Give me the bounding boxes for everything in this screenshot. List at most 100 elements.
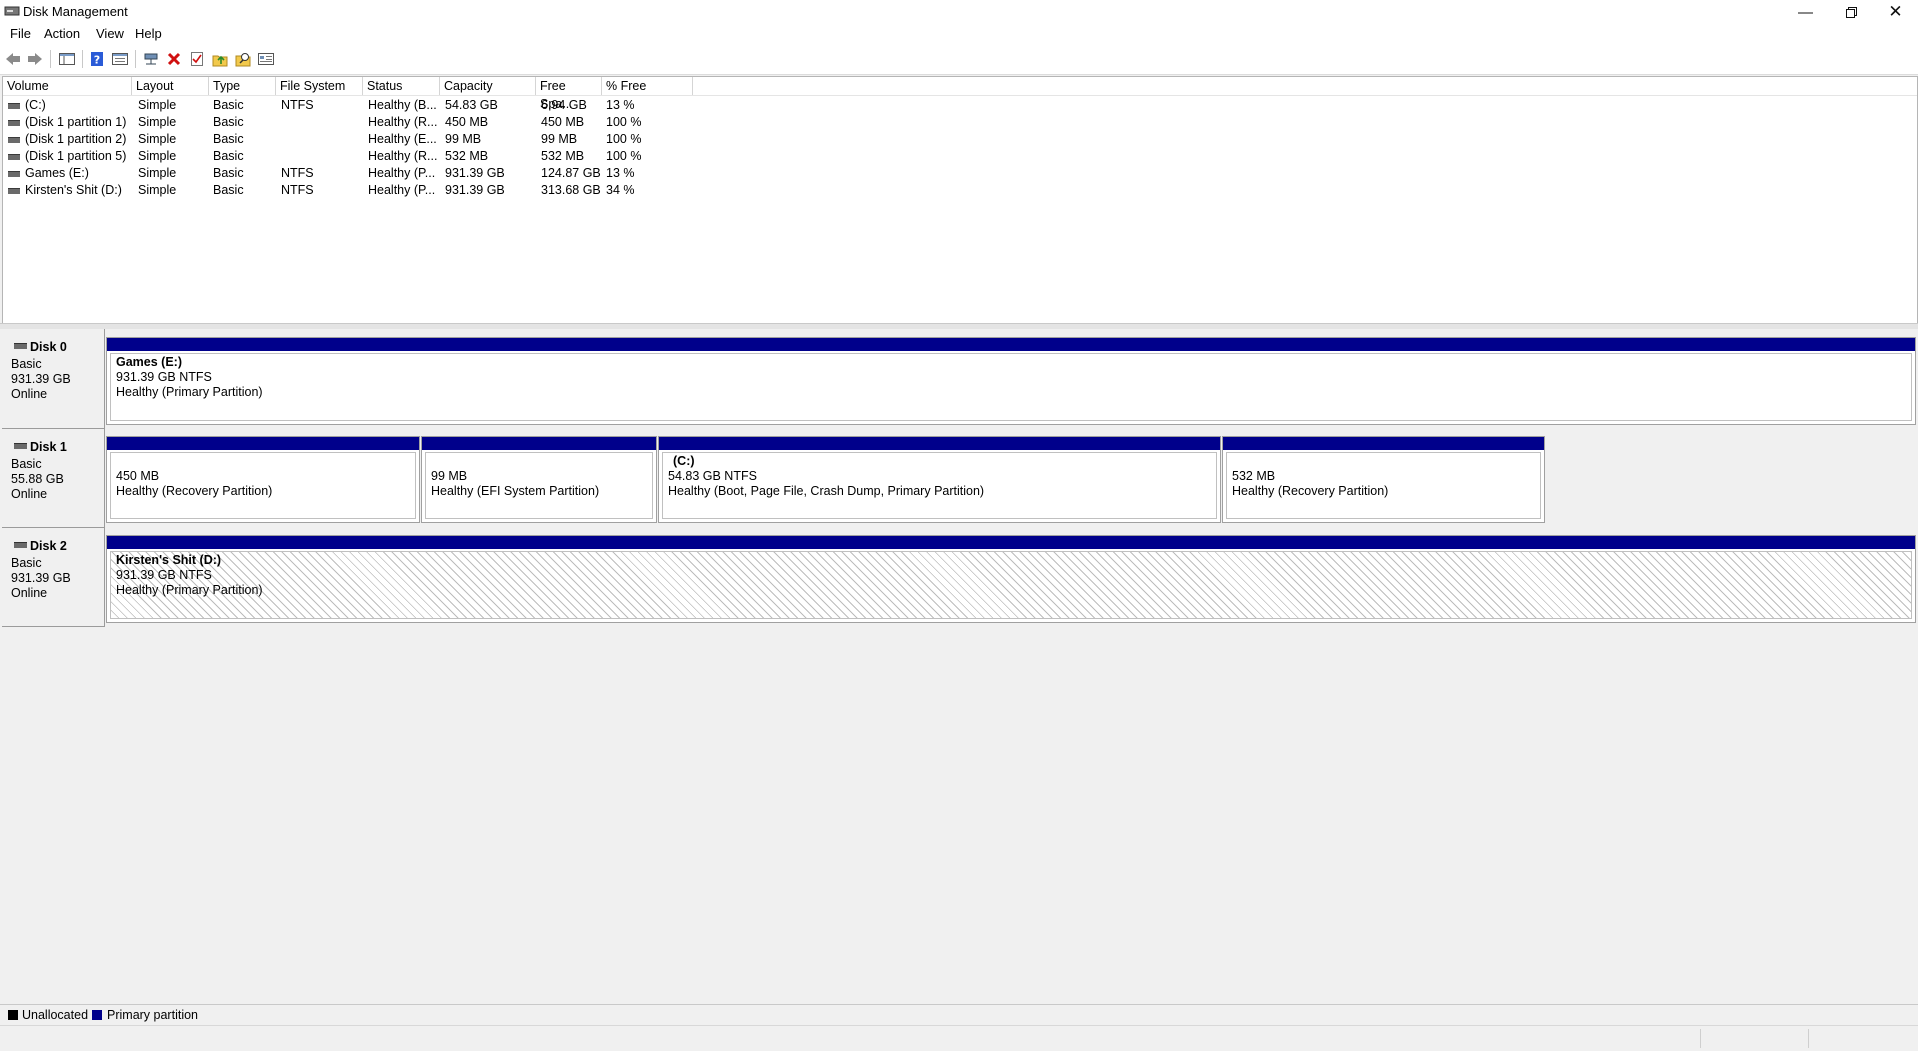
- status-bar: [0, 1025, 1918, 1051]
- cell-type: Basic: [213, 183, 244, 197]
- column-status[interactable]: Status: [363, 77, 440, 95]
- menu-help[interactable]: Help: [135, 26, 162, 41]
- column-free-space[interactable]: Free Spa...: [536, 77, 602, 111]
- check-icon: [191, 52, 203, 66]
- disk-2-header[interactable]: Disk 2 Basic 931.39 GB Online: [2, 528, 105, 627]
- toolbar: ?: [0, 44, 1918, 75]
- cell-file-system: NTFS: [281, 183, 314, 197]
- disk-0-header[interactable]: Disk 0 Basic 931.39 GB Online: [2, 329, 105, 429]
- properties-icon: [258, 53, 274, 65]
- svg-text:?: ?: [94, 54, 100, 67]
- cell-file-system: NTFS: [281, 166, 314, 180]
- partition-title: (C:): [673, 454, 695, 468]
- cell-volume: (C:): [25, 98, 46, 112]
- close-button[interactable]: ✕: [1873, 0, 1918, 24]
- disk-1-header[interactable]: Disk 1 Basic 55.88 GB Online: [2, 429, 105, 528]
- show-pane-icon: [112, 53, 128, 65]
- help-icon: ?: [91, 52, 103, 67]
- cell-volume: Kirsten's Shit (D:): [25, 183, 122, 197]
- cell-status: Healthy (R...: [368, 115, 438, 129]
- volume-row[interactable]: (C:) Simple Basic NTFS Healthy (B... 54.83 GB…: [3, 97, 1917, 114]
- partition-body: 450 MB Healthy (Recovery Partition): [110, 452, 416, 519]
- cell-layout: Simple: [138, 166, 177, 180]
- cell-free-space: 6.94 GB: [541, 98, 587, 112]
- show-pane-button[interactable]: [110, 49, 130, 69]
- volume-icon: [8, 154, 20, 160]
- cell-layout: Simple: [138, 98, 177, 112]
- legend-bar: Unallocated Primary partition: [0, 1004, 1918, 1025]
- column-volume[interactable]: Volume: [3, 77, 132, 95]
- cell-free-space: 450 MB: [541, 115, 585, 129]
- cell-percent-free: 34 %: [606, 183, 635, 197]
- cell-percent-free: 100 %: [606, 149, 642, 163]
- primary-partition-bar: [1223, 437, 1544, 450]
- cell-free-space: 313.68 GB: [541, 183, 601, 197]
- cell-free-space: 124.87 GB: [541, 166, 601, 180]
- column-header-row: Volume Layout Type File System Status Ca…: [3, 77, 1917, 111]
- column-type[interactable]: Type: [209, 77, 276, 95]
- partition-games[interactable]: Games (E:) 931.39 GB NTFS Healthy (Prima…: [106, 337, 1916, 425]
- minimize-icon: —: [1798, 3, 1813, 21]
- cell-capacity: 931.39 GB: [445, 166, 505, 180]
- restore-button[interactable]: [1829, 0, 1874, 24]
- partition-efi[interactable]: 99 MB Healthy (EFI System Partition): [421, 436, 657, 523]
- partition-kirstens-d[interactable]: Kirsten's Shit (D:) 931.39 GB NTFS Healt…: [106, 535, 1916, 623]
- connect-button[interactable]: [141, 49, 161, 69]
- close-icon: ✕: [1888, 2, 1903, 21]
- cell-type: Basic: [213, 98, 244, 112]
- status-divider: [1700, 1029, 1701, 1048]
- partition-recovery-5[interactable]: 532 MB Healthy (Recovery Partition): [1222, 436, 1545, 523]
- primary-partition-bar: [107, 437, 419, 450]
- menu-action[interactable]: Action: [44, 26, 80, 41]
- partition-status: Healthy (Boot, Page File, Crash Dump, Pr…: [668, 484, 985, 498]
- volume-row[interactable]: Games (E:) Simple Basic NTFS Healthy (P... 93…: [3, 165, 1917, 182]
- partition-size: 450 MB: [116, 469, 160, 483]
- disk-name: Disk 1: [30, 440, 67, 454]
- delete-button[interactable]: [164, 49, 184, 69]
- cell-capacity: 450 MB: [445, 115, 489, 129]
- forward-button[interactable]: [25, 49, 45, 69]
- disk-type: Basic: [11, 357, 42, 371]
- cell-free-space: 532 MB: [541, 149, 585, 163]
- check-button[interactable]: [187, 49, 207, 69]
- minimize-button[interactable]: —: [1783, 0, 1828, 24]
- partition-body: 532 MB Healthy (Recovery Partition): [1226, 452, 1541, 519]
- console-tree-icon: [59, 53, 75, 65]
- cell-capacity: 54.83 GB: [445, 98, 498, 112]
- cell-percent-free: 13 %: [606, 166, 635, 180]
- console-tree-button[interactable]: [57, 49, 77, 69]
- column-layout[interactable]: Layout: [132, 77, 209, 95]
- volume-row[interactable]: Kirsten's Shit (D:) Simple Basic NTFS Health…: [3, 182, 1917, 199]
- disk-type: Basic: [11, 556, 42, 570]
- menu-view[interactable]: View: [96, 26, 124, 41]
- volume-icon: [8, 171, 20, 177]
- rescan-button[interactable]: [210, 49, 230, 69]
- volume-row[interactable]: (Disk 1 partition 2) Simple Basic Healthy (…: [3, 131, 1917, 148]
- menu-file[interactable]: File: [10, 26, 31, 41]
- volume-row[interactable]: (Disk 1 partition 5) Simple Basic Healthy (…: [3, 148, 1917, 165]
- cell-capacity: 99 MB: [445, 132, 482, 146]
- properties-button[interactable]: [256, 49, 276, 69]
- title-bar: Disk Management — ✕: [0, 0, 1918, 24]
- volume-row[interactable]: (Disk 1 partition 1) Simple Basic Healthy (…: [3, 114, 1917, 131]
- help-button[interactable]: ?: [87, 49, 107, 69]
- cell-capacity: 931.39 GB: [445, 183, 505, 197]
- partition-title: Kirsten's Shit (D:): [116, 553, 222, 567]
- partition-recovery-1[interactable]: 450 MB Healthy (Recovery Partition): [106, 436, 420, 523]
- search-button[interactable]: [233, 49, 253, 69]
- partition-status: Healthy (EFI System Partition): [431, 484, 600, 498]
- window-title: Disk Management: [23, 4, 128, 19]
- primary-partition-bar: [659, 437, 1220, 450]
- column-file-system[interactable]: File System: [276, 77, 363, 95]
- column-percent-free[interactable]: % Free: [602, 77, 693, 95]
- disk-icon: [14, 343, 27, 349]
- partition-size: 532 MB: [1232, 469, 1276, 483]
- disk-icon: [14, 542, 27, 548]
- column-capacity[interactable]: Capacity: [440, 77, 536, 95]
- partition-size: 931.39 GB NTFS: [116, 370, 212, 384]
- disk-name: Disk 2: [30, 539, 67, 553]
- partition-c[interactable]: (C:) 54.83 GB NTFS Healthy (Boot, Page F…: [658, 436, 1221, 523]
- cell-layout: Simple: [138, 132, 177, 146]
- back-button[interactable]: [3, 49, 23, 69]
- delete-icon: [167, 52, 181, 66]
